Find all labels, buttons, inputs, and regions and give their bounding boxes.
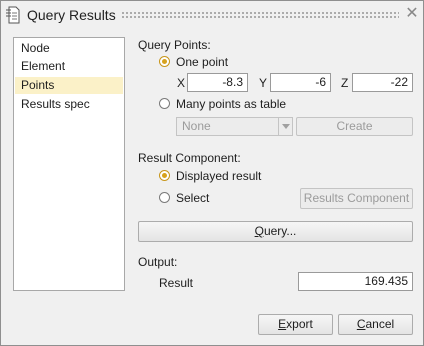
export-button[interactable]: Export: [258, 314, 333, 335]
select-radio[interactable]: [159, 192, 170, 203]
drag-handle[interactable]: [121, 11, 399, 19]
export-label-rest: xport: [286, 317, 313, 331]
x-label: X: [177, 76, 186, 90]
points-table-select[interactable]: None: [176, 117, 279, 136]
result-component-heading: Result Component:: [138, 151, 241, 165]
displayed-result-label: Displayed result: [176, 169, 262, 183]
y-input[interactable]: -6: [270, 73, 331, 92]
z-input[interactable]: -22: [352, 73, 413, 92]
window-title: Query Results: [27, 7, 116, 23]
y-label: Y: [259, 76, 268, 90]
many-points-label: Many points as table: [176, 97, 287, 111]
cancel-label-rest: ancel: [365, 317, 395, 331]
document-icon: [6, 6, 20, 24]
one-point-radio[interactable]: [159, 56, 170, 67]
query-button[interactable]: Query...: [138, 221, 413, 242]
close-icon[interactable]: ✕: [404, 6, 420, 22]
many-points-radio[interactable]: [159, 98, 170, 109]
nav-item-node[interactable]: Node: [15, 40, 123, 57]
category-list: Node Element Points Results spec: [13, 37, 125, 291]
output-heading: Output:: [138, 255, 178, 269]
query-results-dialog: Query Results ✕ Node Element Points Resu…: [0, 0, 424, 346]
query-points-heading: Query Points:: [138, 38, 211, 52]
query-mnemonic: Q: [254, 224, 264, 238]
nav-item-points[interactable]: Points: [15, 77, 123, 94]
select-label: Select: [176, 191, 210, 205]
create-button[interactable]: Create: [296, 117, 413, 136]
displayed-result-radio[interactable]: [159, 170, 170, 181]
export-mnemonic: E: [278, 317, 287, 331]
one-point-label: One point: [176, 55, 229, 69]
results-component-button[interactable]: Results Component: [300, 188, 413, 209]
z-label: Z: [341, 76, 349, 90]
nav-item-element[interactable]: Element: [15, 58, 123, 75]
result-label: Result: [159, 276, 194, 290]
nav-item-results-spec[interactable]: Results spec: [15, 96, 123, 113]
cancel-button[interactable]: Cancel: [338, 314, 413, 335]
query-label-rest: uery...: [263, 224, 297, 238]
result-output-field[interactable]: 169.435: [298, 272, 413, 291]
title-bar[interactable]: Query Results ✕: [1, 1, 423, 29]
chevron-down-icon[interactable]: [278, 117, 293, 136]
x-input[interactable]: -8.3: [187, 73, 248, 92]
